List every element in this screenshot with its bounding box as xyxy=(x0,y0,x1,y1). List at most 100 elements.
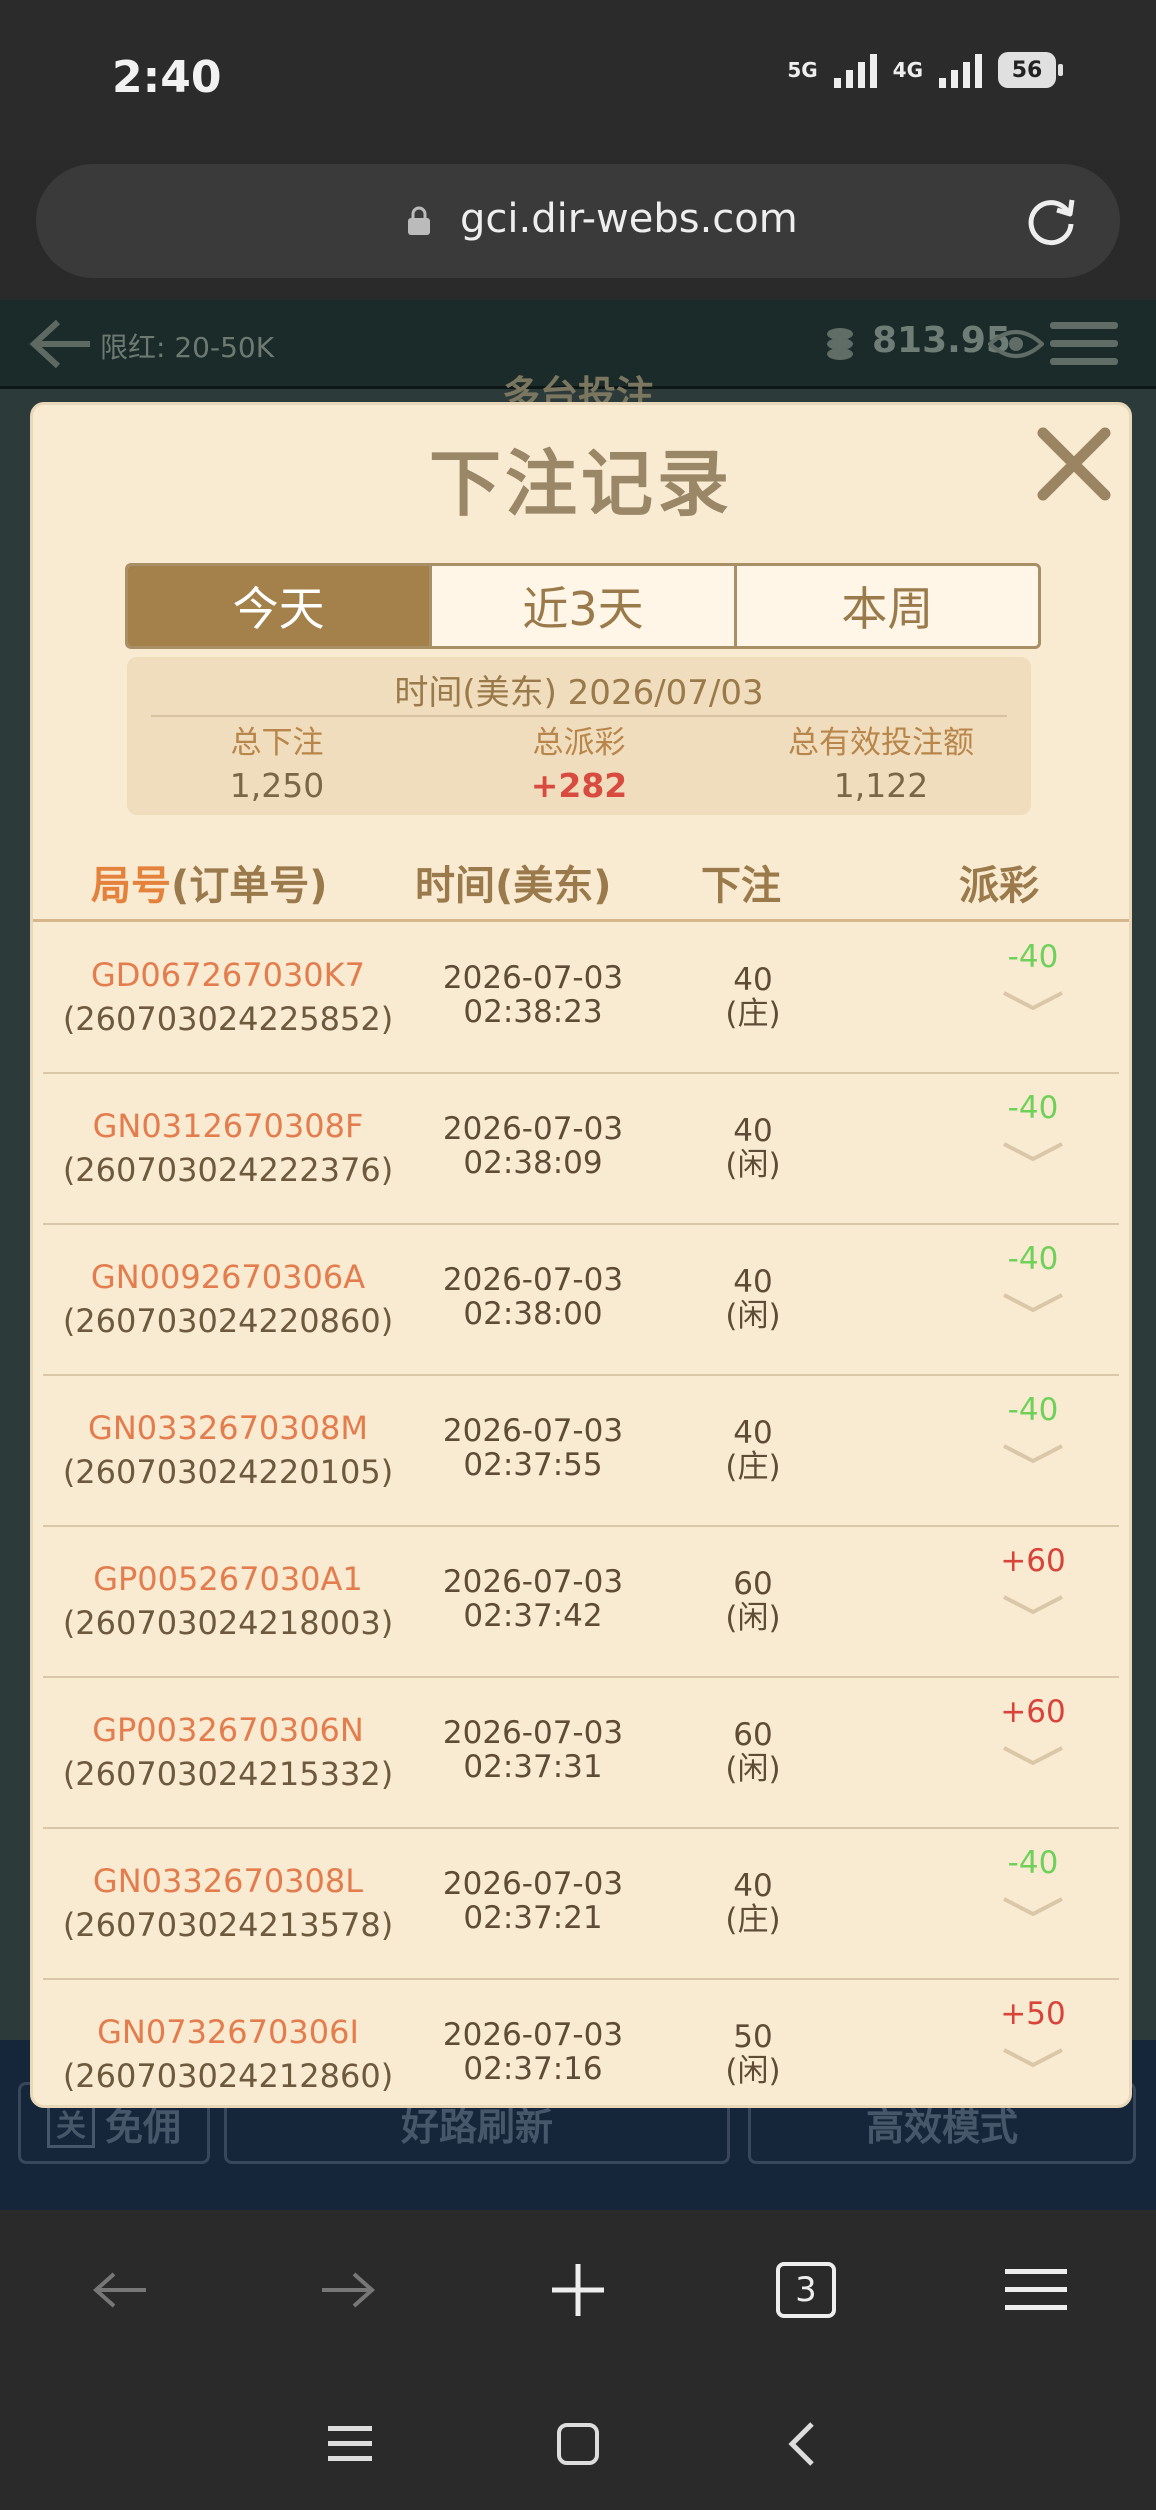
time-cell: 2026-07-03 02:38:23 xyxy=(403,961,663,1029)
payout-cell: +60 xyxy=(963,1694,1103,1766)
home-icon[interactable] xyxy=(556,2422,600,2466)
payout-cell: -40 xyxy=(963,1392,1103,1464)
browser-forward-button[interactable] xyxy=(308,2250,388,2330)
table-row[interactable]: GN0312670308F (260703024222376) 2026-07-03… xyxy=(43,1074,1119,1225)
tab-last-3-days[interactable]: 近3天 xyxy=(432,566,737,646)
order-number: (260703024225852) xyxy=(62,1000,394,1038)
bet-date: 2026-07-03 xyxy=(442,2017,624,2053)
bet-date: 2026-07-03 xyxy=(442,1111,624,1147)
round-cell: GP005267030A1 (260703024218003) xyxy=(43,1557,413,1645)
round-cell: GP0032670306N (260703024215332) xyxy=(43,1708,413,1796)
bet-amount: 40 xyxy=(733,1264,773,1300)
tab-this-week[interactable]: 本周 xyxy=(737,566,1038,646)
recent-apps-icon[interactable] xyxy=(328,2424,372,2464)
table-row[interactable]: GN0332670308M (260703024220105) 2026-07-03… xyxy=(43,1376,1119,1527)
plus-icon xyxy=(552,2264,604,2316)
round-cell: GN0312670308F (260703024222376) xyxy=(43,1104,413,1192)
order-number: (260703024222376) xyxy=(62,1151,394,1189)
bet-time: 02:37:31 xyxy=(463,1749,603,1785)
chevron-down-icon[interactable] xyxy=(1002,1442,1064,1464)
bet-date: 2026-07-03 xyxy=(442,1413,624,1449)
url-text[interactable]: gci.dir-webs.com xyxy=(460,196,798,242)
browser-back-button[interactable] xyxy=(80,2250,160,2330)
round-cell: GN0332670308M (260703024220105) xyxy=(43,1406,413,1494)
coin-stack-icon xyxy=(827,328,853,360)
header-round: 局号(订单号) xyxy=(91,853,328,911)
status-bar: 2:40 5G 4G 56 xyxy=(0,0,1156,160)
table-row[interactable]: GN0092670306A (260703024220860) 2026-07-03… xyxy=(43,1225,1119,1376)
signal-icon-2 xyxy=(939,52,982,88)
table-row[interactable]: GD067267030K7 (260703024225852) 2026-07-03… xyxy=(43,923,1119,1074)
bet-cell: 40 (闲) xyxy=(683,1265,823,1333)
address-bar[interactable]: gci.dir-webs.com xyxy=(36,164,1120,278)
payout-cell: +60 xyxy=(963,1543,1103,1615)
bet-date: 2026-07-03 xyxy=(442,1564,624,1600)
summary-panel: 时间(美东) 2026/07/03 总下注 1,250 总派彩 +282 总有效… xyxy=(127,657,1031,815)
bet-cell: 40 (庄) xyxy=(683,1416,823,1484)
hamburger-icon xyxy=(1005,2269,1067,2310)
bet-side: (闲) xyxy=(725,2053,781,2089)
round-id: GN0332670308M xyxy=(88,1409,368,1447)
signal-icon xyxy=(833,52,877,88)
bet-records-modal: 下注记录 今天 近3天 本周 时间(美东) 2026/07/03 总下注 1,2… xyxy=(30,402,1132,2108)
header-round-accent: 局号 xyxy=(91,863,171,909)
table-row[interactable]: GN0332670308L (260703024213578) 2026-07-03… xyxy=(43,1829,1119,1980)
payout-cell: -40 xyxy=(963,939,1103,1011)
payout-value: -40 xyxy=(1007,1392,1059,1428)
bet-amount: 40 xyxy=(733,1868,773,1904)
eye-icon[interactable] xyxy=(988,326,1044,362)
bet-time: 02:37:55 xyxy=(463,1447,603,1483)
bet-time: 02:38:23 xyxy=(463,994,603,1030)
chevron-down-icon[interactable] xyxy=(1002,2046,1064,2068)
arrow-right-icon xyxy=(322,2272,376,2308)
summary-total-bet: 总下注 1,250 xyxy=(127,723,427,809)
system-navigation xyxy=(0,2370,1156,2510)
order-number: (260703024220105) xyxy=(62,1453,394,1491)
reload-icon[interactable] xyxy=(1022,192,1080,250)
summary-total-payout: 总派彩 +282 xyxy=(429,723,729,809)
battery-icon: 56 xyxy=(998,52,1063,88)
bet-amount: 40 xyxy=(733,1415,773,1451)
table-row[interactable]: GP005267030A1 (260703024218003) 2026-07-03… xyxy=(43,1527,1119,1678)
chevron-down-icon[interactable] xyxy=(1002,1291,1064,1313)
tab-count-icon: 3 xyxy=(776,2262,836,2318)
tab-today[interactable]: 今天 xyxy=(128,566,433,646)
new-tab-button[interactable] xyxy=(538,2250,618,2330)
header-time: 时间(美东) xyxy=(415,863,612,909)
table-row[interactable]: GN0732670306I (260703024212860) 2026-07-03… xyxy=(43,1980,1119,2105)
order-number: (260703024215332) xyxy=(62,1755,394,1793)
payout-cell: -40 xyxy=(963,1241,1103,1313)
browser-menu-button[interactable] xyxy=(996,2250,1076,2330)
payout-cell: -40 xyxy=(963,1845,1103,1917)
arrow-left-icon xyxy=(92,2272,146,2308)
network-4g-label: 4G xyxy=(892,58,923,82)
summary-date: 时间(美东) 2026/07/03 xyxy=(394,673,764,713)
round-cell: GN0732670306I (260703024212860) xyxy=(43,2010,413,2098)
time-cell: 2026-07-03 02:37:21 xyxy=(403,1867,663,1935)
chevron-down-icon[interactable] xyxy=(1002,1593,1064,1615)
bet-date: 2026-07-03 xyxy=(442,1262,624,1298)
time-cell: 2026-07-03 02:38:00 xyxy=(403,1263,663,1331)
total-payout-label: 总派彩 xyxy=(532,725,626,761)
bet-side: (庄) xyxy=(725,1902,781,1938)
round-id: GD067267030K7 xyxy=(90,956,365,994)
time-cell: 2026-07-03 02:37:42 xyxy=(403,1565,663,1633)
back-icon[interactable] xyxy=(786,2420,816,2468)
close-icon[interactable] xyxy=(1033,423,1115,505)
bet-time: 02:37:21 xyxy=(463,1900,603,1936)
table-row[interactable]: GP0032670306N (260703024215332) 2026-07-03… xyxy=(43,1678,1119,1829)
round-id: GN0732670306I xyxy=(97,2013,359,2051)
chevron-down-icon[interactable] xyxy=(1002,989,1064,1011)
chevron-down-icon[interactable] xyxy=(1002,1895,1064,1917)
clock: 2:40 xyxy=(112,52,222,103)
time-cell: 2026-07-03 02:37:55 xyxy=(403,1414,663,1482)
payout-value: +50 xyxy=(1000,1996,1066,2032)
bet-side: (庄) xyxy=(725,1449,781,1485)
bet-time: 02:38:09 xyxy=(463,1145,603,1181)
total-bet-value: 1,250 xyxy=(229,766,325,805)
chevron-down-icon[interactable] xyxy=(1002,1140,1064,1162)
chevron-down-icon[interactable] xyxy=(1002,1744,1064,1766)
header-order: (订单号) xyxy=(171,863,328,909)
status-icons: 5G 4G 56 xyxy=(787,52,1063,88)
tabs-button[interactable]: 3 xyxy=(766,2250,846,2330)
